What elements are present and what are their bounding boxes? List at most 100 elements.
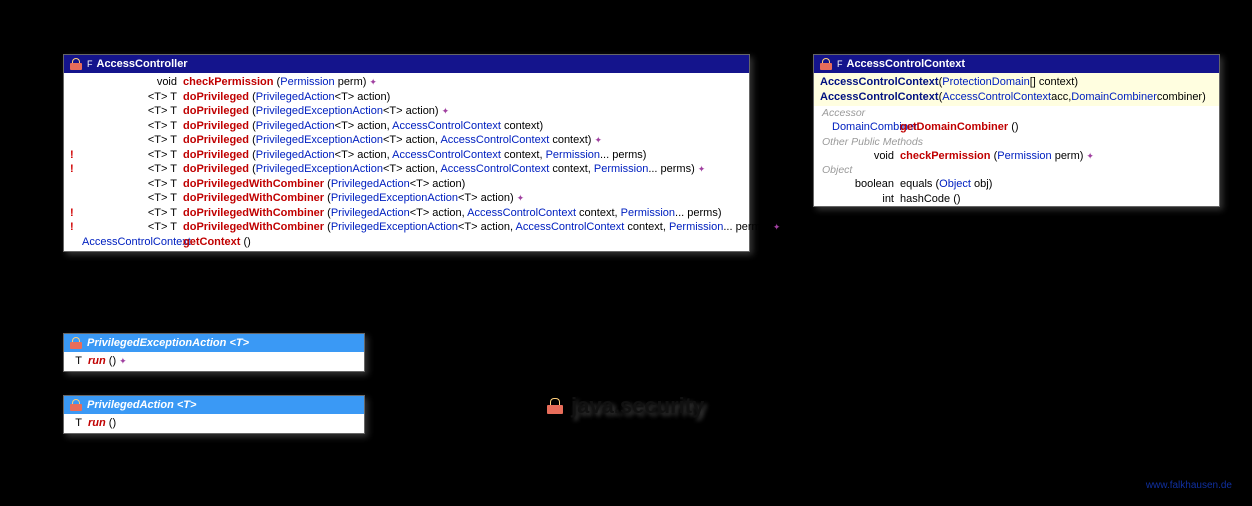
param-type-link[interactable]: Permission xyxy=(621,207,675,219)
method-row: booleanequals (Object obj) xyxy=(814,177,1219,192)
interface-privileged-action: PrivilegedAction <T> T run () xyxy=(63,395,365,434)
package-label: java.security xyxy=(547,393,704,419)
interface-name[interactable]: PrivilegedAction xyxy=(87,399,174,411)
method-name[interactable]: doPrivilegedWithCombiner xyxy=(183,207,324,219)
method-name[interactable]: doPrivileged xyxy=(183,134,249,146)
return-type: T xyxy=(70,416,82,431)
method-row: void checkPermission (Permission perm)✦ xyxy=(814,149,1219,164)
constructor-section: AccessControlContext (ProtectionDomain[]… xyxy=(814,73,1219,106)
method-name[interactable]: checkPermission xyxy=(900,150,991,162)
return-type: <T> T xyxy=(82,191,177,206)
method-name[interactable]: hashCode xyxy=(900,193,950,205)
alert-marker: ! xyxy=(70,148,82,163)
lock-icon xyxy=(70,58,82,70)
generic-param: <T> xyxy=(177,399,197,411)
method-name[interactable]: run xyxy=(88,355,106,367)
method-row: voidcheckPermission (Permission perm)✦ xyxy=(64,75,749,90)
return-type: int xyxy=(832,192,894,207)
method-row: !<T> TdoPrivileged (PrivilegedExceptionA… xyxy=(64,162,749,177)
method-row: T run () xyxy=(64,416,364,431)
method-row: <T> TdoPrivileged (PrivilegedExceptionAc… xyxy=(64,104,749,119)
alert-marker: ! xyxy=(70,162,82,177)
param-type-link[interactable]: PrivilegedExceptionAction xyxy=(331,221,458,233)
section-accessor: Accessor xyxy=(814,106,1219,120)
param-type-link[interactable]: AccessControlContext xyxy=(392,149,501,161)
return-type: <T> T xyxy=(82,119,177,134)
class-access-controller: F AccessController voidcheckPermission (… xyxy=(63,54,750,252)
return-type-link[interactable]: AccessControlContext xyxy=(82,236,191,248)
param-type-link[interactable]: Permission xyxy=(669,221,723,233)
method-name[interactable]: doPrivileged xyxy=(183,91,249,103)
constructor-row: AccessControlContext (AccessControlConte… xyxy=(814,90,1219,105)
throws-icon: ✦ xyxy=(119,356,127,366)
lock-icon xyxy=(70,399,82,411)
alert-marker: ! xyxy=(70,220,82,235)
return-type: boolean xyxy=(832,177,894,192)
throws-icon: ✦ xyxy=(442,106,450,116)
method-name[interactable]: run xyxy=(88,417,106,429)
method-name[interactable]: getDomainCombiner xyxy=(900,121,1008,133)
param-type-link[interactable]: AccessControlContext xyxy=(942,90,1051,105)
method-row: !<T> TdoPrivilegedWithCombiner (Privileg… xyxy=(64,220,749,235)
method-name[interactable]: doPrivilegedWithCombiner xyxy=(183,221,324,233)
interface-body: T run () xyxy=(64,414,364,433)
method-row: !<T> TdoPrivilegedWithCombiner (Privileg… xyxy=(64,206,749,221)
method-name[interactable]: checkPermission xyxy=(183,76,274,88)
interface-privileged-exception-action: PrivilegedExceptionAction <T> T run ()✦ xyxy=(63,333,365,372)
return-type: T xyxy=(70,354,82,369)
method-row: <T> TdoPrivileged (PrivilegedExceptionAc… xyxy=(64,133,749,148)
param-type-link[interactable]: PrivilegedAction xyxy=(256,120,335,132)
method-row: <T> TdoPrivilegedWithCombiner (Privilege… xyxy=(64,191,749,206)
return-type: <T> T xyxy=(82,133,177,148)
param-type-link[interactable]: DomainCombiner xyxy=(1071,90,1157,105)
footer-link[interactable]: www.falkhausen.de xyxy=(1146,480,1232,491)
interface-header: PrivilegedExceptionAction <T> xyxy=(64,334,364,352)
throws-icon: ✦ xyxy=(517,193,525,203)
method-name[interactable]: doPrivilegedWithCombiner xyxy=(183,178,324,190)
method-name[interactable]: getContext xyxy=(183,236,240,248)
method-name[interactable]: doPrivileged xyxy=(183,120,249,132)
lock-icon xyxy=(820,58,832,70)
class-name[interactable]: AccessControlContext xyxy=(847,58,966,70)
interface-name[interactable]: PrivilegedExceptionAction xyxy=(87,337,226,349)
param-type-link[interactable]: AccessControlContext xyxy=(515,221,624,233)
method-name[interactable]: doPrivileged xyxy=(183,149,249,161)
throws-icon: ✦ xyxy=(594,135,602,145)
param-type-link[interactable]: PrivilegedAction xyxy=(331,207,410,219)
return-type: <T> T xyxy=(82,148,177,163)
method-name[interactable]: doPrivilegedWithCombiner xyxy=(183,192,324,204)
param-type-link[interactable]: PrivilegedAction xyxy=(256,91,335,103)
class-access-control-context: F AccessControlContext AccessControlCont… xyxy=(813,54,1220,207)
param-type-link[interactable]: AccessControlContext xyxy=(467,207,576,219)
param-type-link[interactable]: ProtectionDomain xyxy=(942,75,1029,90)
interface-header: PrivilegedAction <T> xyxy=(64,396,364,414)
class-body: voidcheckPermission (Permission perm)✦ <T… xyxy=(64,73,749,251)
return-type: <T> T xyxy=(82,177,177,192)
param-type-link[interactable]: AccessControlContext xyxy=(440,134,549,146)
param-type-link[interactable]: AccessControlContext xyxy=(392,120,501,132)
section-other: Other Public Methods xyxy=(814,135,1219,149)
param-type-link[interactable]: PrivilegedExceptionAction xyxy=(256,163,383,175)
param-type-link[interactable]: PrivilegedExceptionAction xyxy=(256,134,383,146)
constructor-name[interactable]: AccessControlContext xyxy=(820,90,939,105)
param-type-link[interactable]: Permission xyxy=(594,163,648,175)
method-name[interactable]: doPrivileged xyxy=(183,163,249,175)
param-type-link[interactable]: Permission xyxy=(546,149,600,161)
param-type-link[interactable]: AccessControlContext xyxy=(440,163,549,175)
param-type-link[interactable]: PrivilegedAction xyxy=(331,178,410,190)
generic-param: <T> xyxy=(229,337,249,349)
param-type-link[interactable]: Permission xyxy=(280,76,334,88)
param-type-link[interactable]: PrivilegedExceptionAction xyxy=(331,192,458,204)
class-header: F AccessControlContext xyxy=(814,55,1219,73)
method-name[interactable]: equals xyxy=(900,178,932,190)
method-name[interactable]: doPrivileged xyxy=(183,105,249,117)
param-type-link[interactable]: PrivilegedExceptionAction xyxy=(256,105,383,117)
return-type: <T> T xyxy=(82,220,177,235)
class-name[interactable]: AccessController xyxy=(97,58,188,70)
return-type: void xyxy=(832,149,894,164)
class-header: F AccessController xyxy=(64,55,749,73)
section-object: Object xyxy=(814,163,1219,177)
param-type-link[interactable]: PrivilegedAction xyxy=(256,149,335,161)
param-type-link[interactable]: Object xyxy=(939,178,971,190)
constructor-name[interactable]: AccessControlContext xyxy=(820,75,939,90)
